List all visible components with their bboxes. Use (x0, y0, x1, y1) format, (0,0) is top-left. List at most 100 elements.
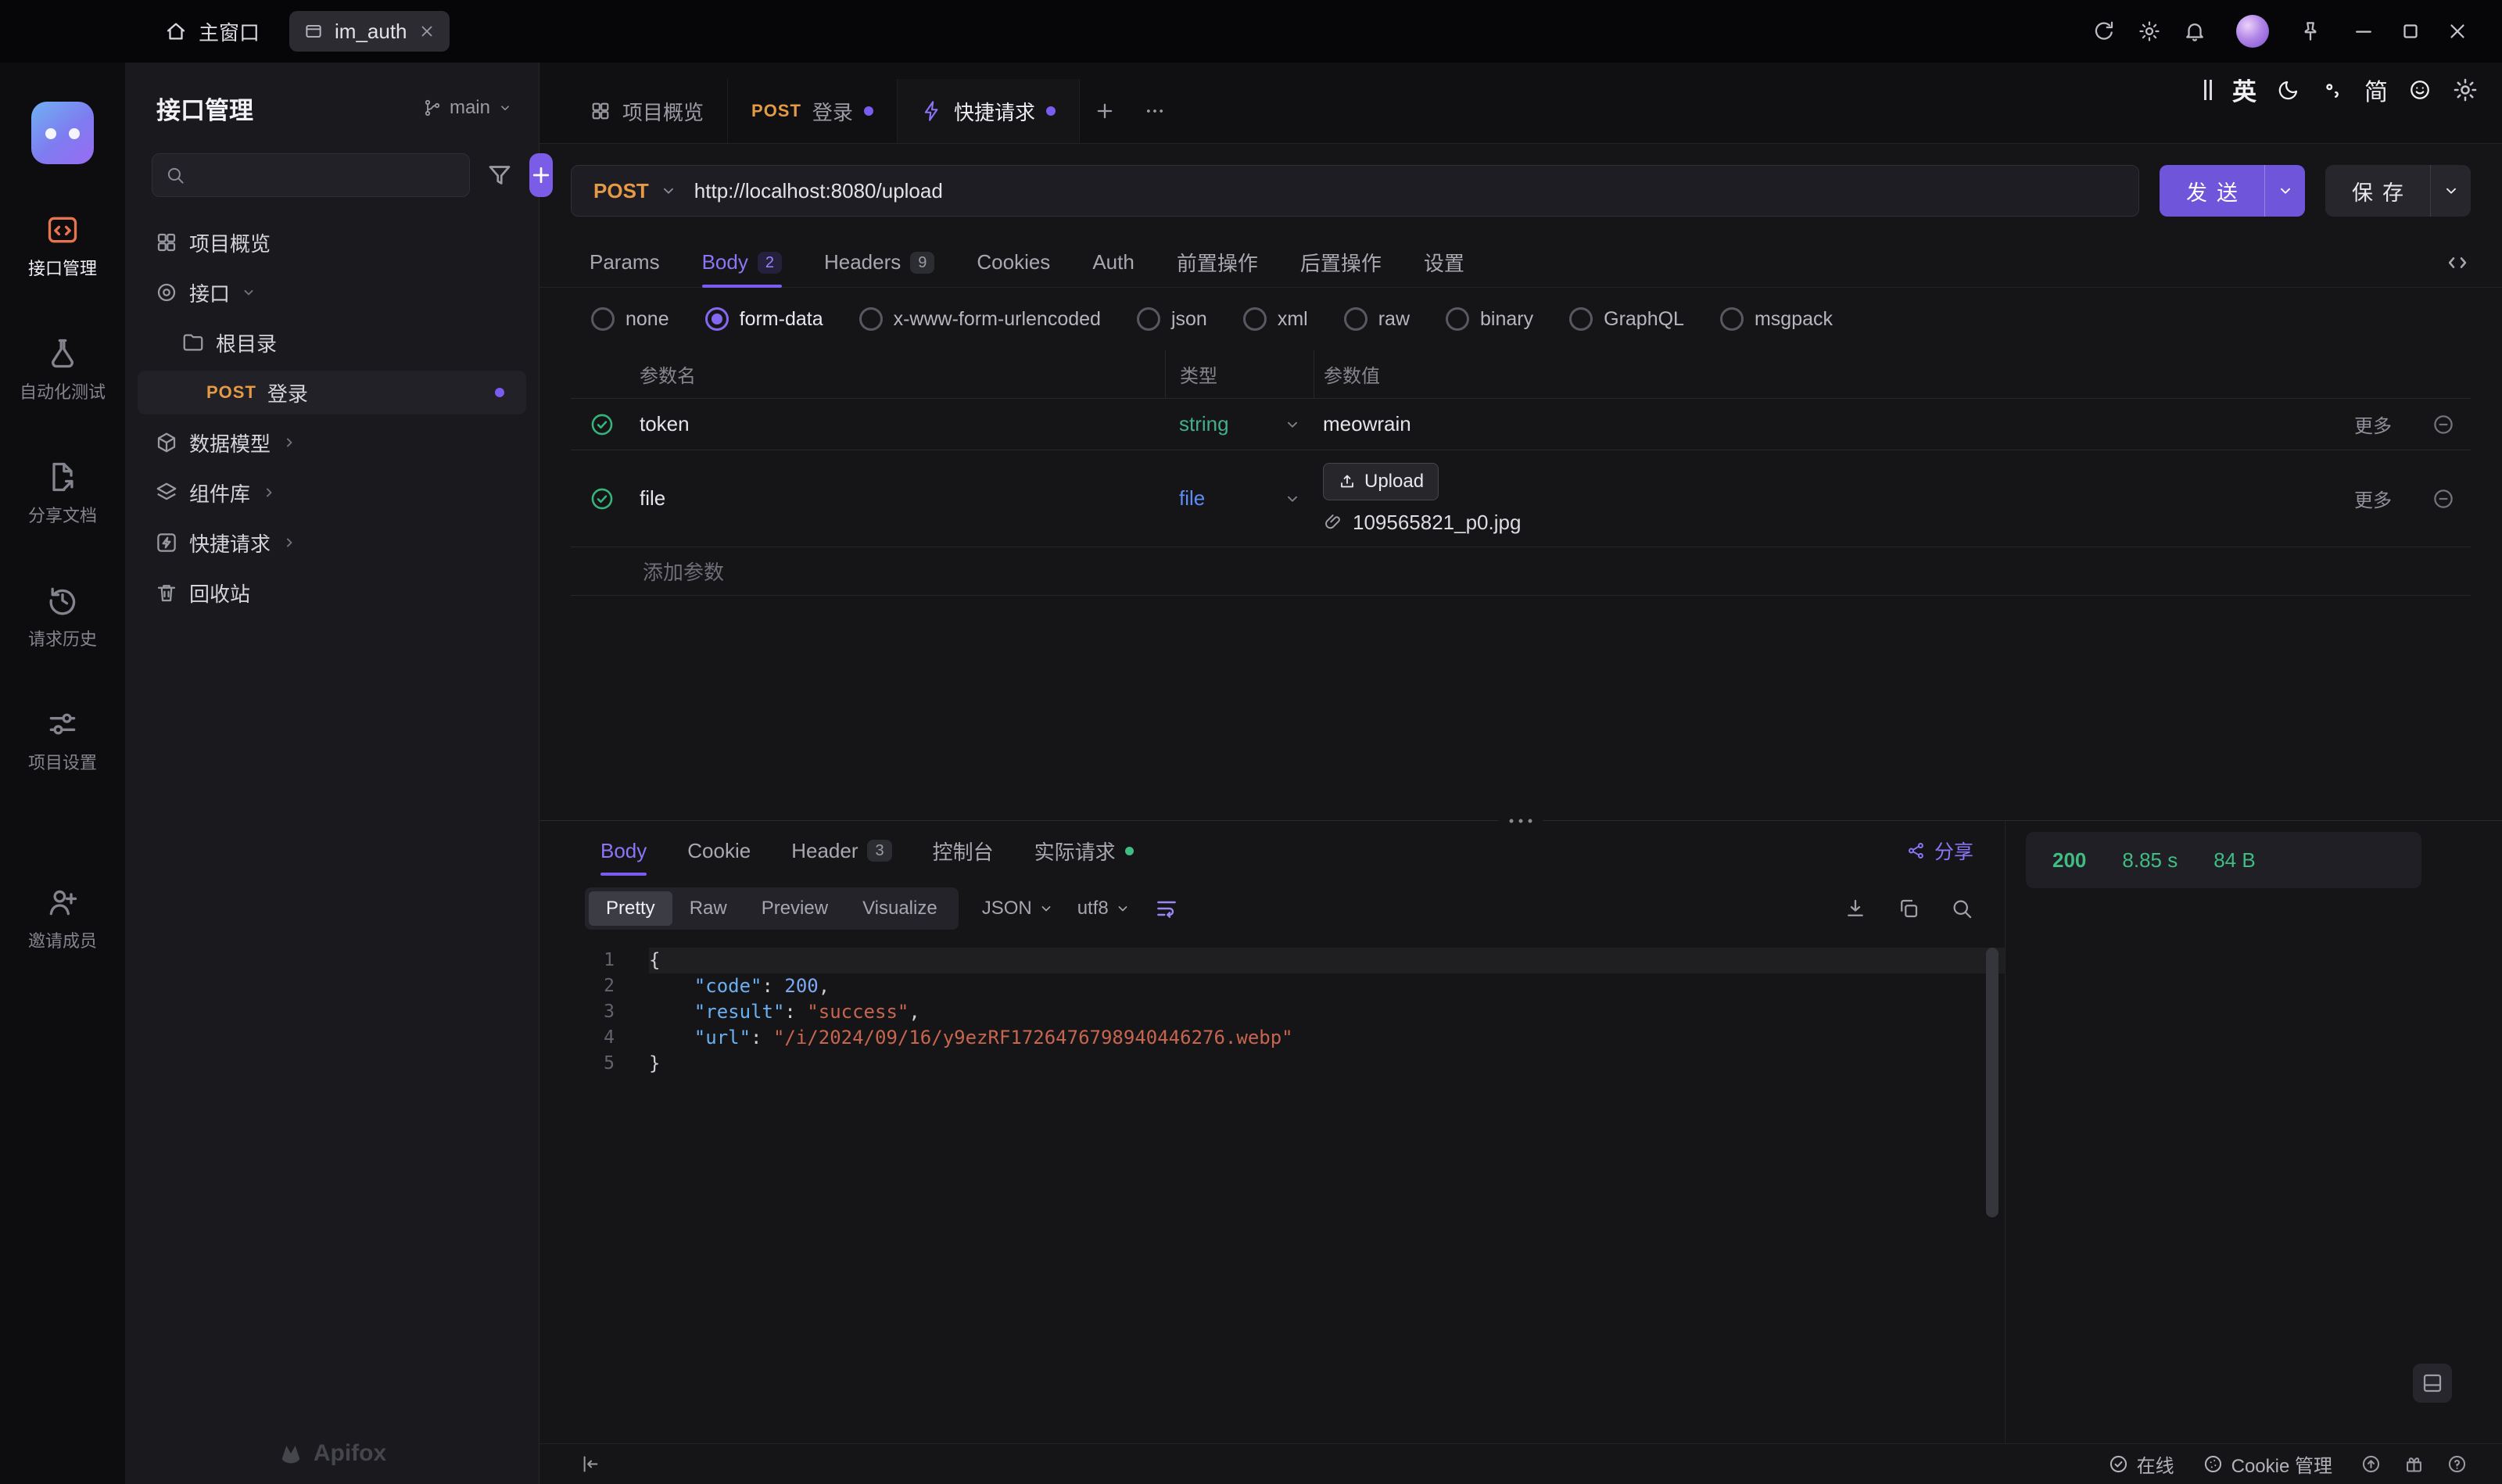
search-input[interactable] (195, 163, 457, 188)
editor-scrollbar[interactable] (1986, 948, 1998, 1217)
tree-item-quick-request[interactable]: 快捷请求 (138, 521, 526, 565)
tree-item-login-request[interactable]: POST 登录 (138, 371, 526, 414)
param-type-select[interactable]: string (1165, 412, 1314, 436)
param-name[interactable]: token (633, 412, 1165, 436)
url-input[interactable] (694, 179, 2138, 203)
attached-file[interactable]: 109565821_p0.jpg (1323, 511, 2330, 535)
encoding-select[interactable]: utf8 (1077, 898, 1131, 919)
arrow-up-circle-icon[interactable] (2360, 1454, 2382, 1475)
tab-auth[interactable]: Auth (1092, 238, 1135, 287)
rail-item-request-history[interactable]: 请求历史 (28, 583, 97, 651)
body-type-x-www-form-urlencoded[interactable]: x-www-form-urlencoded (859, 307, 1101, 331)
notifications-bell-icon[interactable] (2183, 20, 2206, 43)
param-value[interactable]: meowrain (1314, 412, 2330, 436)
send-options-caret[interactable] (2264, 165, 2305, 217)
body-type-graphql[interactable]: GraphQL (1569, 307, 1684, 331)
save-button[interactable]: 保存 (2325, 165, 2471, 217)
window-tab-im-auth[interactable]: im_auth (289, 11, 450, 52)
rail-item-project-settings[interactable]: 项目设置 (28, 707, 97, 774)
minimize-icon[interactable] (2352, 20, 2375, 43)
body-type-form-data[interactable]: form-data (705, 307, 823, 331)
tab-actual-request[interactable]: 实际请求 (1034, 821, 1134, 880)
param-enabled-checkbox[interactable] (571, 411, 633, 438)
tab-console[interactable]: 控制台 (933, 821, 994, 880)
more-options-link[interactable]: 更多 (2330, 410, 2416, 438)
ime-punctuation-icon[interactable] (2321, 78, 2344, 102)
tree-item-recycle-bin[interactable]: 回收站 (138, 571, 526, 615)
gift-icon[interactable] (2403, 1454, 2425, 1475)
share-response-link[interactable]: 分享 (1906, 837, 1973, 865)
layout-toggle-button[interactable] (2413, 1364, 2452, 1403)
tab-settings[interactable]: 设置 (1424, 238, 1464, 287)
tree-item-component-library[interactable]: 组件库 (138, 471, 526, 514)
body-type-none[interactable]: none (591, 307, 669, 331)
search-icon[interactable] (1950, 897, 1973, 920)
branch-selector[interactable]: main (423, 97, 512, 119)
tab-login-request[interactable]: POST 登录 (728, 79, 898, 143)
copy-icon[interactable] (1897, 897, 1920, 920)
collapse-sidebar-icon[interactable] (580, 1454, 601, 1475)
tab-quick-request[interactable]: 快捷请求 (898, 79, 1080, 143)
smiley-icon[interactable] (2408, 78, 2432, 102)
tree-item-project-overview[interactable]: 项目概览 (138, 220, 526, 264)
settings-gear-icon[interactable] (2138, 20, 2161, 43)
tab-headers[interactable]: Headers 9 (824, 238, 934, 287)
body-type-json[interactable]: json (1137, 307, 1207, 331)
online-status[interactable]: 在线 (2108, 1450, 2174, 1478)
response-body-editor[interactable]: 12345 { "code": 200, "result": "success"… (539, 937, 2005, 1443)
ime-drag-handle[interactable] (2204, 80, 2212, 100)
cookie-manager[interactable]: Cookie 管理 (2203, 1450, 2332, 1478)
ime-settings-icon[interactable] (2452, 77, 2479, 103)
ime-language-toggle[interactable]: 英 (2232, 72, 2256, 107)
tab-project-overview[interactable]: 项目概览 (566, 79, 728, 143)
body-type-xml[interactable]: xml (1243, 307, 1308, 331)
pin-icon[interactable] (2299, 20, 2322, 43)
body-type-binary[interactable]: binary (1446, 307, 1533, 331)
close-window-icon[interactable] (2446, 20, 2469, 43)
remove-row-button[interactable] (2416, 487, 2471, 511)
send-button[interactable]: 发送 (2160, 165, 2305, 217)
tree-item-root-folder[interactable]: 根目录 (138, 321, 526, 364)
upload-button[interactable]: Upload (1323, 463, 1439, 500)
add-new-button[interactable] (529, 153, 553, 197)
filter-icon[interactable] (486, 161, 514, 189)
view-preview[interactable]: Preview (744, 891, 845, 926)
more-options-link[interactable]: 更多 (2330, 485, 2416, 512)
word-wrap-icon[interactable] (1154, 896, 1179, 921)
user-avatar[interactable] (2236, 15, 2269, 48)
help-icon[interactable] (2446, 1454, 2468, 1475)
rail-item-share-docs[interactable]: 分享文档 (28, 460, 97, 527)
tab-response-body[interactable]: Body (600, 821, 647, 880)
remove-row-button[interactable] (2416, 413, 2471, 436)
param-enabled-checkbox[interactable] (571, 486, 633, 512)
generate-code-icon[interactable] (2444, 249, 2471, 276)
tab-response-header[interactable]: Header 3 (791, 821, 891, 880)
main-window-button[interactable]: 主窗口 (164, 17, 260, 46)
view-visualize[interactable]: Visualize (845, 891, 955, 926)
splitter-drag-handle[interactable] (1499, 818, 1543, 825)
sync-icon[interactable] (2092, 20, 2116, 43)
tab-params[interactable]: Params (590, 238, 660, 287)
add-param-row[interactable]: 添加参数 (571, 547, 2471, 596)
rail-item-automated-testing[interactable]: 自动化测试 (20, 336, 106, 403)
tab-body[interactable]: Body 2 (702, 238, 782, 287)
tab-response-cookie[interactable]: Cookie (687, 821, 751, 880)
moon-icon[interactable] (2277, 78, 2300, 102)
view-pretty[interactable]: Pretty (589, 891, 672, 926)
format-select[interactable]: JSON (982, 898, 1054, 919)
tab-post-operations[interactable]: 后置操作 (1300, 238, 1382, 287)
download-icon[interactable] (1844, 897, 1867, 920)
tab-pre-operations[interactable]: 前置操作 (1177, 238, 1258, 287)
body-type-raw[interactable]: raw (1344, 307, 1410, 331)
close-tab-icon[interactable] (418, 23, 436, 40)
search-box[interactable] (152, 153, 470, 197)
rail-item-api-management[interactable]: 接口管理 (28, 213, 97, 280)
param-name[interactable]: file (633, 486, 1165, 511)
view-raw[interactable]: Raw (672, 891, 744, 926)
project-logo[interactable] (31, 102, 94, 164)
save-options-caret[interactable] (2430, 165, 2471, 217)
rail-item-invite-members[interactable]: 邀请成员 (28, 885, 97, 952)
more-tabs-button[interactable] (1130, 79, 1180, 143)
tab-cookies[interactable]: Cookies (977, 238, 1050, 287)
tree-item-data-models[interactable]: 数据模型 (138, 421, 526, 464)
